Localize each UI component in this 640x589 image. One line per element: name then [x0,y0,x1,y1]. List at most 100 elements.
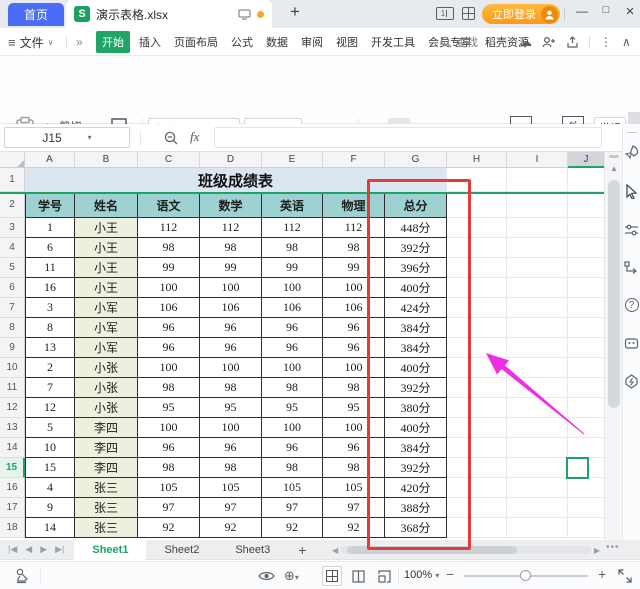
row-header-16[interactable]: 16 [0,478,25,498]
cell[interactable]: 100 [262,418,323,438]
column-header-H[interactable]: H [447,152,507,168]
cell[interactable]: 2 [25,358,75,378]
cell[interactable]: 98 [138,458,200,478]
row-header-18[interactable]: 18 [0,518,25,538]
cell[interactable]: 99 [200,258,262,278]
zoom-level[interactable]: 100% ▾ [404,569,439,581]
cell[interactable]: 96 [323,338,385,358]
share-icon[interactable] [566,36,579,48]
cell[interactable] [507,238,568,258]
cell[interactable]: 小王 [75,218,138,238]
cell[interactable]: 7 [25,378,75,398]
cell[interactable]: 96 [262,318,323,338]
row-header-7[interactable]: 7 [0,298,25,318]
cell[interactable]: 98 [200,238,262,258]
cell[interactable] [507,418,568,438]
collapse-ribbon-icon[interactable]: ∧ [622,35,631,49]
cell[interactable]: 98 [138,378,200,398]
cell[interactable]: 384分 [385,438,447,458]
cell[interactable]: 105 [200,478,262,498]
cell[interactable] [568,338,604,358]
column-header-C[interactable]: C [138,152,200,168]
cell[interactable] [507,438,568,458]
ribbon-tab-2[interactable]: 插入 [135,31,165,53]
ribbon-tab-8[interactable]: 开发工具 [367,31,419,53]
cell[interactable]: 95 [200,398,262,418]
cell[interactable]: 105 [323,478,385,498]
cell[interactable] [507,398,568,418]
column-header-G[interactable]: G [385,152,447,168]
cell[interactable] [568,478,604,498]
sliders-icon[interactable] [624,223,639,236]
zoom-in-button[interactable]: + [598,566,606,582]
horizontal-scrollbar[interactable]: ◀ ▶ [332,544,600,556]
cell[interactable]: 106 [200,298,262,318]
cell[interactable] [447,258,507,278]
cell[interactable]: 392分 [385,458,447,478]
column-header-J[interactable]: J [568,152,604,168]
cell[interactable] [568,398,604,418]
split-handle[interactable] [609,155,619,158]
cell[interactable]: 100 [323,358,385,378]
cell[interactable] [568,238,604,258]
cell[interactable]: 张三 [75,498,138,518]
cell[interactable] [507,258,568,278]
cell[interactable]: 392分 [385,378,447,398]
cell[interactable]: 张三 [75,518,138,538]
table-title-cell[interactable]: 班级成绩表 [25,168,447,192]
login-button[interactable]: 立即登录 [482,4,560,24]
cell[interactable]: 小张 [75,358,138,378]
cell-J1[interactable] [568,168,604,192]
rocket-icon[interactable] [624,145,639,160]
cell[interactable] [507,458,568,478]
row-header-17[interactable]: 17 [0,498,25,518]
add-user-icon[interactable] [542,36,556,48]
cell[interactable]: 92 [262,518,323,538]
row-header-1[interactable]: 1 [0,168,25,192]
cell[interactable]: 420分 [385,478,447,498]
cell[interactable]: 96 [200,338,262,358]
cell[interactable]: 13 [25,338,75,358]
cell[interactable]: 98 [138,238,200,258]
stamp-icon[interactable] [14,568,31,584]
page-layout-view-button[interactable] [348,566,368,586]
page-break-view-button[interactable] [374,566,394,586]
row-header-8[interactable]: 8 [0,318,25,338]
name-box[interactable]: J15 ▾ [4,127,130,148]
cell[interactable] [447,418,507,438]
cell[interactable]: 100 [138,278,200,298]
cell[interactable]: 15 [25,458,75,478]
cell[interactable] [447,338,507,358]
cell[interactable] [568,498,604,518]
cell[interactable] [507,518,568,538]
ribbon-tab-5[interactable]: 数据 [262,31,292,53]
cell[interactable] [447,458,507,478]
cell[interactable]: 448分 [385,218,447,238]
cell[interactable]: 100 [323,418,385,438]
cell[interactable] [447,478,507,498]
cell[interactable]: 12 [25,398,75,418]
cell[interactable]: 96 [323,318,385,338]
cell[interactable]: 小王 [75,238,138,258]
cursor-select-icon[interactable] [625,184,638,199]
cell[interactable]: 368分 [385,518,447,538]
cell[interactable]: 100 [200,358,262,378]
cell[interactable]: 95 [323,398,385,418]
cell[interactable] [507,358,568,378]
cell[interactable] [447,278,507,298]
last-sheet-icon[interactable]: ▶| [55,544,64,555]
cell[interactable]: 99 [262,258,323,278]
zoom-slider-knob[interactable] [520,570,531,581]
cell[interactable]: 106 [262,298,323,318]
cell[interactable]: 112 [323,218,385,238]
cell[interactable]: 106 [323,298,385,318]
cell[interactable] [507,498,568,518]
header-cell[interactable]: 英语 [262,192,323,218]
cell[interactable]: 97 [262,498,323,518]
header-cell[interactable]: 总分 [385,192,447,218]
cell[interactable]: 99 [138,258,200,278]
horizontal-scroll-track[interactable] [341,546,591,554]
cell[interactable] [568,438,604,458]
cell[interactable]: 小军 [75,338,138,358]
cell[interactable]: 3 [25,298,75,318]
